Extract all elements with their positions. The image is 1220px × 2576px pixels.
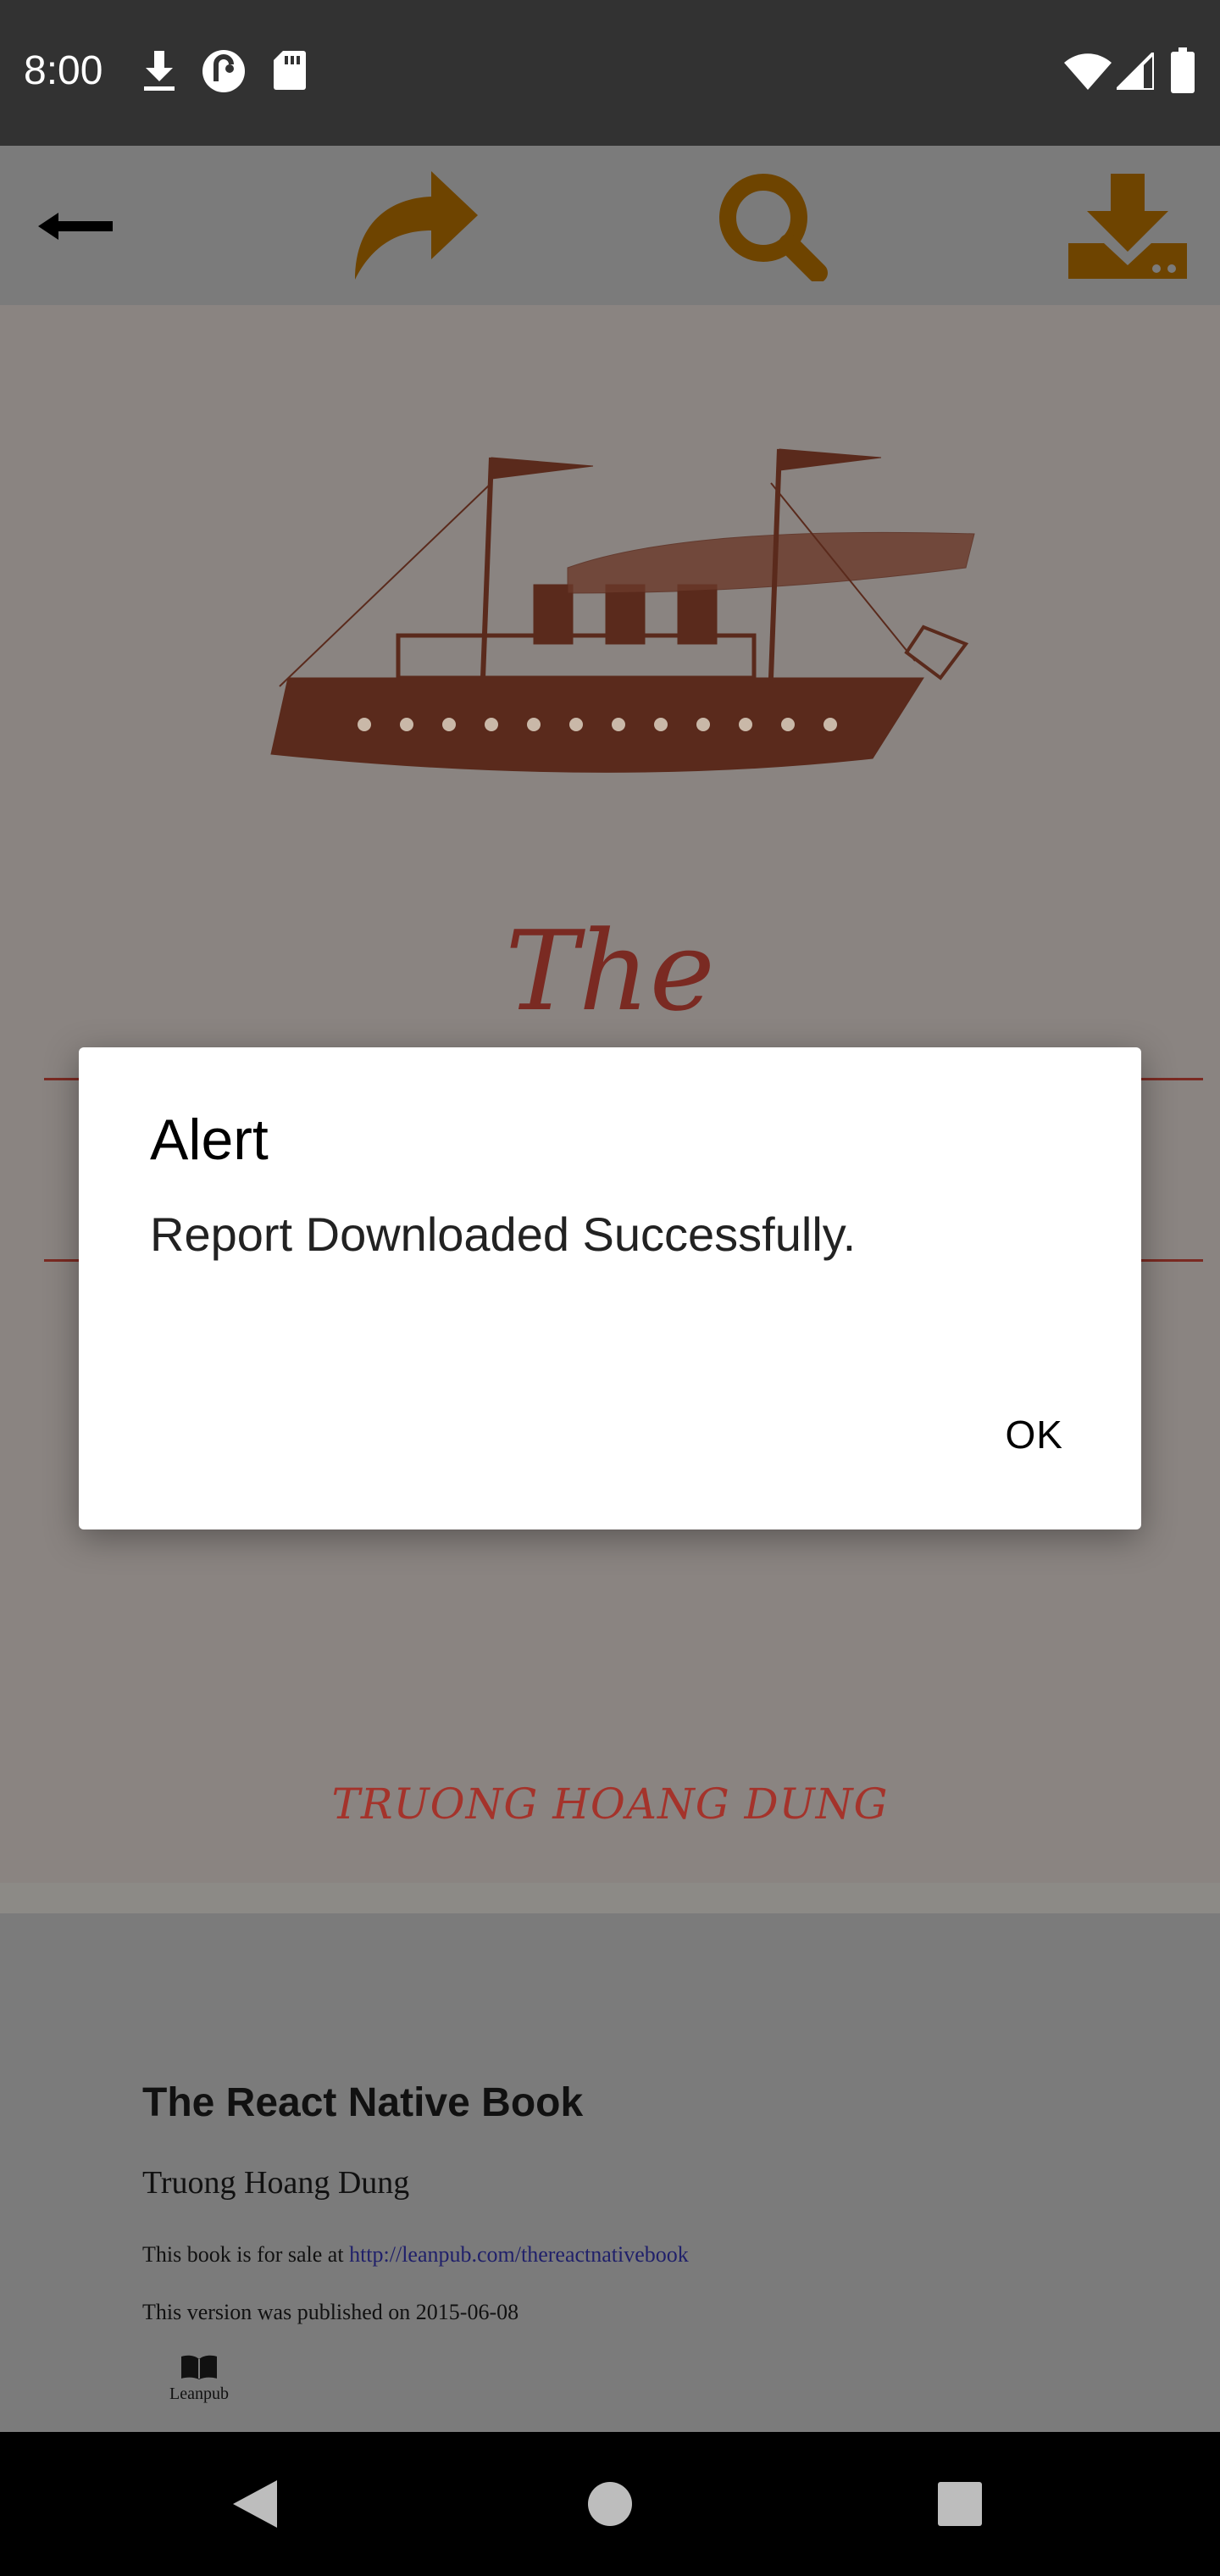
- book-author: Truong Hoang Dung: [142, 2165, 410, 2201]
- signal-icon: [1112, 48, 1156, 93]
- version-text: This version was published on 2015-06-08: [142, 2300, 519, 2324]
- app-toolbar: [0, 146, 1220, 305]
- cover-title-fragment: The: [505, 907, 715, 1035]
- download-icon[interactable]: [1064, 163, 1191, 290]
- battery-icon: [1171, 47, 1195, 97]
- sale-line: This book is for sale at http://leanpub.…: [142, 2242, 689, 2268]
- wifi-icon: [1064, 53, 1112, 93]
- home-icon[interactable]: [572, 2466, 648, 2542]
- share-icon[interactable]: [351, 163, 478, 290]
- dialog-title: Alert: [150, 1108, 269, 1172]
- book-title: The React Native Book: [142, 2080, 584, 2125]
- dialog-message: Report Downloaded Successfully.: [150, 1208, 857, 1261]
- search-icon[interactable]: [710, 163, 837, 290]
- back-icon[interactable]: [217, 2466, 293, 2542]
- pdf-title-page: The React Native Book Truong Hoang Dung …: [0, 1913, 1220, 2432]
- ok-button[interactable]: OK: [1006, 1412, 1063, 1457]
- steamship-illustration: [263, 432, 983, 788]
- back-arrow-icon[interactable]: [12, 163, 139, 290]
- sale-text: This book is for sale at: [142, 2242, 344, 2267]
- alert-dialog: Alert Report Downloaded Successfully. OK: [79, 1047, 1141, 1530]
- pocket-casts-icon: [202, 49, 246, 97]
- book-icon: [181, 2355, 217, 2379]
- system-nav-bar: [0, 2432, 1220, 2576]
- leanpub-logo: Leanpub: [161, 2354, 237, 2404]
- sale-link[interactable]: http://leanpub.com/thereactnativebook: [349, 2242, 689, 2267]
- cover-author: TRUONG HOANG DUNG: [331, 1779, 889, 1829]
- sd-card-icon: [273, 49, 307, 95]
- download-icon: [142, 49, 176, 95]
- recents-icon[interactable]: [922, 2466, 998, 2542]
- publisher-name: Leanpub: [169, 2384, 229, 2403]
- status-bar: 8:00: [0, 0, 1220, 146]
- status-time: 8:00: [24, 48, 103, 93]
